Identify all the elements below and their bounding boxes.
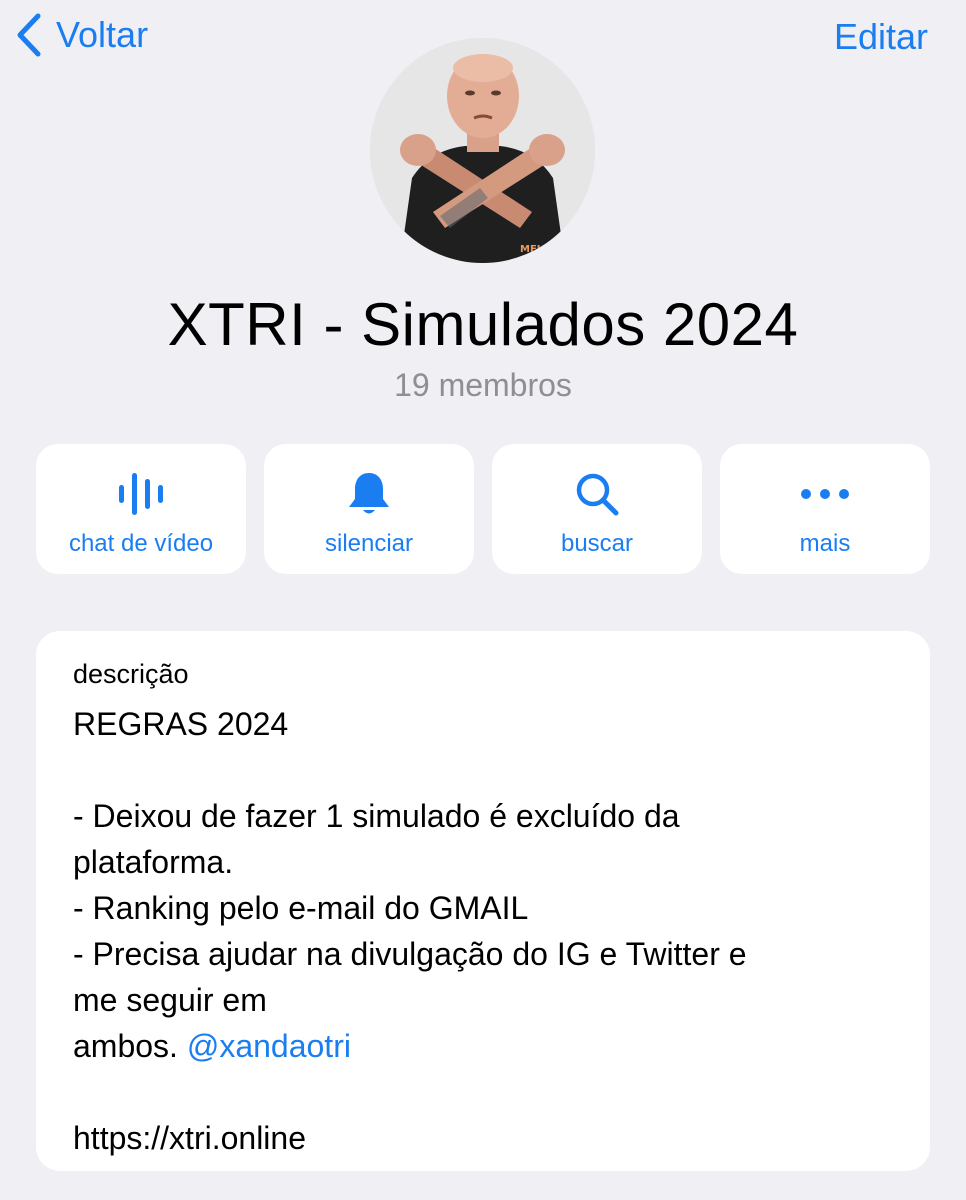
back-button[interactable]: Voltar: [16, 12, 148, 58]
shirt-text: MELSOT: [520, 244, 566, 255]
search-icon: [574, 468, 620, 520]
description-line: - Ranking pelo e-mail do GMAIL: [73, 890, 529, 926]
website-link[interactable]: https://xtri.online: [73, 1115, 903, 1161]
action-row: chat de vídeo silenciar buscar mais: [36, 444, 930, 574]
description-heading: descrição: [73, 659, 189, 689]
description-line: REGRAS 2024: [73, 706, 289, 742]
video-chat-button[interactable]: chat de vídeo: [36, 444, 246, 574]
description-line: plataforma.: [73, 844, 234, 880]
edit-button[interactable]: Editar: [834, 16, 928, 58]
bell-icon: [347, 468, 391, 520]
ellipsis-icon: [800, 468, 850, 520]
group-avatar[interactable]: MELSOT: [370, 38, 595, 263]
description-line: ambos. @xandaotri: [73, 1023, 903, 1069]
mute-label: silenciar: [324, 530, 414, 557]
description-line: - Deixou de fazer 1 simulado é excluído …: [73, 798, 680, 834]
description-line: me seguir em: [73, 982, 267, 1018]
mute-button[interactable]: silenciar: [264, 444, 474, 574]
group-title: XTRI - Simulados 2024: [167, 291, 799, 358]
description-line: - Precisa ajudar na divulgação do IG e T…: [73, 936, 747, 972]
video-chat-label: chat de vídeo: [68, 530, 214, 557]
members-count[interactable]: 19 membros: [0, 367, 966, 404]
waveform-icon: [118, 468, 164, 520]
back-label: Voltar: [56, 14, 149, 55]
search-label: buscar: [560, 530, 634, 557]
chevron-left-icon: [16, 12, 42, 58]
more-label: mais: [799, 530, 851, 557]
instagram-handle-link[interactable]: @xandaotri: [187, 1028, 351, 1064]
description-card: descrição REGRAS 2024 - Deixou de fazer …: [36, 631, 930, 1171]
search-button[interactable]: buscar: [492, 444, 702, 574]
more-button[interactable]: mais: [720, 444, 930, 574]
description-body: REGRAS 2024 - Deixou de fazer 1 simulado…: [73, 701, 903, 1161]
description-text: ambos.: [73, 1028, 178, 1064]
